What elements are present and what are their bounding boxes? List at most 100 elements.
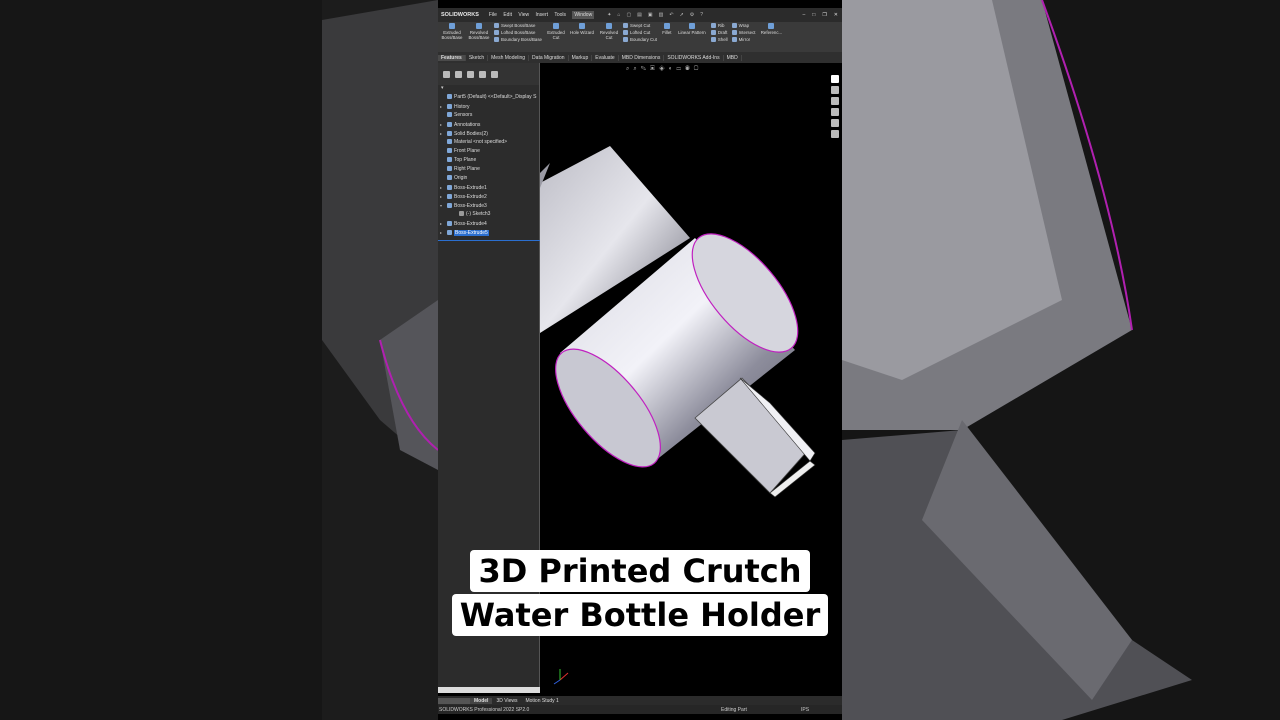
tree-item-boss-extrude1[interactable]: ▸ Boss-Extrude1 (438, 183, 539, 192)
pin-icon[interactable]: ✦ (607, 12, 611, 18)
save-icon[interactable]: ▣ (648, 12, 653, 18)
unit-system-selector[interactable]: IPS (801, 707, 809, 713)
lofted-cut-button[interactable]: Lofted Cut (623, 30, 657, 35)
tab-mbd[interactable]: MBD (724, 54, 742, 61)
plane-icon (447, 157, 452, 163)
intersect-icon (731, 30, 737, 35)
boundary-boss-button[interactable]: Boundary Boss/Base (494, 37, 542, 42)
undo-icon[interactable]: ↶ (669, 12, 673, 18)
linear-pattern-button[interactable]: Linear Pattern (676, 23, 708, 51)
features-group-2: Wrap Intersect Mirror (731, 23, 756, 51)
revolved-cut-button[interactable]: Revolved Cut (598, 23, 620, 51)
revolved-boss-button[interactable]: Revolved Boss/Base (467, 23, 491, 51)
open-icon[interactable]: ▤ (637, 12, 642, 18)
plane-icon (447, 148, 452, 154)
extruded-boss-button[interactable]: Extruded Boss/Base (440, 23, 464, 51)
app-logo: SOLIDWORKS (441, 12, 479, 18)
wrap-button[interactable]: Wrap (731, 23, 756, 28)
tree-item-boss-extrude4[interactable]: ▸ Boss-Extrude4 (438, 219, 539, 228)
tree-item-front-plane[interactable]: Front Plane (438, 147, 539, 156)
menu-view[interactable]: View (518, 12, 529, 18)
tree-item-boss-extrude5[interactable]: ▸ Boss-Extrude5 (438, 228, 539, 237)
menu-edit[interactable]: Edit (503, 12, 512, 18)
editing-mode-label: Editing Part (721, 706, 747, 713)
menu-window[interactable]: Window (572, 11, 595, 19)
tree-item-sketch3[interactable]: (-) Sketch3 (438, 210, 539, 219)
filter-icon[interactable]: ▾ (438, 85, 539, 93)
tab-add-ins[interactable]: SOLIDWORKS Add-Ins (664, 54, 724, 61)
tab-features[interactable]: Features (438, 54, 466, 61)
tab-mesh-modeling[interactable]: Mesh Modeling (488, 54, 530, 61)
swept-cut-button[interactable]: Swept Cut (623, 23, 657, 28)
tree-item-material[interactable]: Material <not specified> (438, 138, 539, 147)
tree-item-origin[interactable]: Origin (438, 174, 539, 183)
display-manager-icon[interactable] (491, 70, 498, 78)
tree-item-right-plane[interactable]: Right Plane (438, 165, 539, 174)
reference-geometry-button[interactable]: Referenc... (759, 23, 783, 51)
tab-data-migration[interactable]: Data Migration (529, 54, 569, 61)
material-icon (447, 139, 452, 145)
part-icon (447, 94, 452, 100)
version-label: SOLIDWORKS Professional 2022 SP2.0 (439, 706, 530, 713)
tree-rollback-bar[interactable] (438, 240, 540, 241)
tab-markup[interactable]: Markup (569, 54, 593, 61)
shell-button[interactable]: Shell (710, 37, 728, 42)
dimxpert-icon[interactable] (479, 70, 486, 78)
pattern-icon (688, 23, 695, 29)
home-icon[interactable]: ⌂ (617, 12, 620, 18)
menu-insert[interactable]: Insert (536, 12, 549, 18)
boundary-icon (494, 37, 499, 42)
tab-scroll-arrows[interactable] (438, 697, 470, 704)
close-icon[interactable]: ✕ (834, 12, 838, 18)
minimize-icon[interactable]: – (803, 12, 806, 18)
command-tabs: Features Sketch Mesh Modeling Data Migra… (438, 52, 842, 63)
caption-line-2: Water Bottle Holder (0, 594, 1280, 636)
shell-icon (710, 37, 716, 42)
sensor-icon (447, 112, 452, 118)
hole-wizard-button[interactable]: Hole Wizard (569, 23, 595, 51)
hole-icon (579, 23, 586, 29)
property-manager-icon[interactable] (455, 70, 462, 78)
tab-model[interactable]: Model (470, 697, 493, 704)
select-icon[interactable]: ➚ (680, 12, 684, 18)
print-icon[interactable]: ▥ (659, 12, 664, 18)
extrude-feature-icon (447, 185, 452, 191)
tab-motion-study-1[interactable]: Motion Study 1 (521, 698, 562, 704)
rib-button[interactable]: Rib (710, 23, 728, 28)
status-bar: SOLIDWORKS Professional 2022 SP2.0 Editi… (438, 705, 842, 714)
tree-item-sensors[interactable]: Sensors (438, 111, 539, 120)
tab-3d-views[interactable]: 3D Views (492, 698, 521, 704)
tree-item-boss-extrude2[interactable]: ▸ Boss-Extrude2 (438, 192, 539, 201)
tree-item-solid-bodies[interactable]: ▸ Solid Bodies(2) (438, 129, 539, 138)
command-manager: Extruded Boss/Base Revolved Boss/Base Sw… (438, 22, 842, 52)
intersect-button[interactable]: Intersect (731, 30, 755, 35)
extruded-cut-button[interactable]: Extruded Cut (546, 23, 566, 51)
boundary-cut-button[interactable]: Boundary Cut (623, 37, 657, 42)
new-file-icon[interactable]: ▢ (626, 12, 631, 18)
draft-button[interactable]: Draft (710, 30, 728, 35)
fillet-button[interactable]: Fillet (661, 23, 673, 51)
tree-item-history[interactable]: ▸ History (438, 102, 539, 111)
help-icon[interactable]: ? (700, 12, 703, 18)
feature-manager-icon[interactable] (443, 70, 450, 78)
tab-sketch[interactable]: Sketch (466, 54, 489, 61)
maximize-icon[interactable]: □ (812, 12, 815, 18)
tree-horizontal-scrollbar[interactable] (438, 687, 540, 693)
reference-icon (768, 23, 775, 29)
tree-item-annotations[interactable]: ▸ Annotations (438, 120, 539, 129)
restore-icon[interactable]: ❐ (822, 12, 826, 18)
tree-item-boss-extrude3[interactable]: ▾ Boss-Extrude3 (438, 201, 539, 210)
tree-item-top-plane[interactable]: Top Plane (438, 156, 539, 165)
lofted-boss-button[interactable]: Lofted Boss/Base (494, 30, 542, 35)
tree-item-part[interactable]: Part5 (Default) <<Default>_Display S (438, 93, 539, 102)
menu-file[interactable]: File (489, 12, 497, 18)
mirror-icon (731, 37, 737, 42)
options-icon[interactable]: ⚙ (690, 12, 694, 18)
tab-mbd-dimensions[interactable]: MBD Dimensions (619, 54, 665, 61)
fillet-icon (663, 23, 670, 29)
tab-evaluate[interactable]: Evaluate (592, 54, 619, 61)
configuration-manager-icon[interactable] (467, 70, 474, 78)
swept-boss-button[interactable]: Swept Boss/Base (494, 23, 542, 28)
mirror-button[interactable]: Mirror (731, 37, 756, 42)
menu-tools[interactable]: Tools (554, 12, 566, 18)
